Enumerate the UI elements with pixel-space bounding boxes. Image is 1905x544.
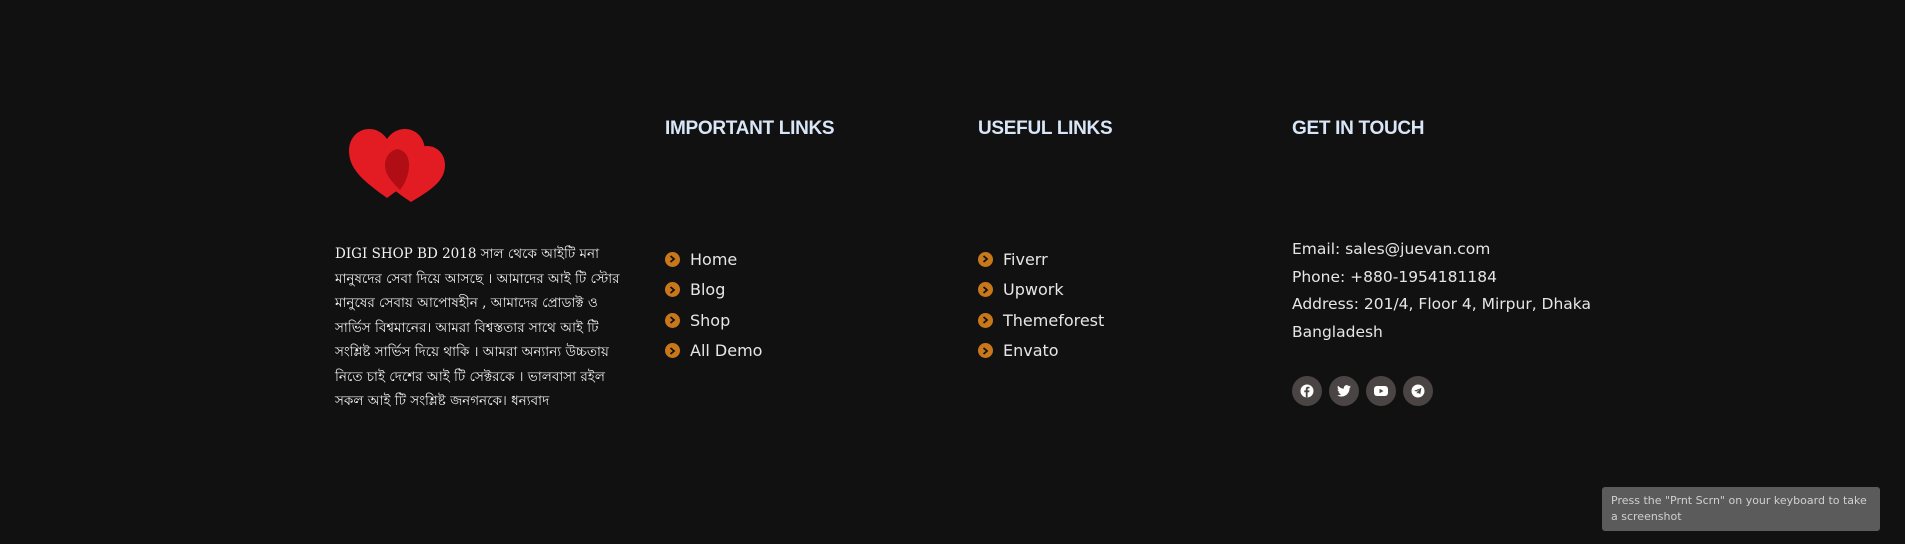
twitter-icon (1337, 385, 1351, 397)
chevron-right-icon (665, 251, 680, 267)
link-label: Blog (690, 280, 726, 300)
chevron-right-icon (665, 343, 680, 359)
facebook-icon (1300, 384, 1314, 398)
telegram-button[interactable] (1403, 376, 1433, 406)
link-label: Envato (1003, 341, 1059, 361)
contact-email: Email: sales@juevan.com (1292, 240, 1491, 258)
link-shop[interactable]: Shop (665, 305, 762, 336)
contact-phone: Phone: +880-1954181184 (1292, 267, 1497, 286)
important-links-heading: IMPORTANT LINKS (665, 118, 835, 139)
link-label: All Demo (690, 341, 763, 361)
chevron-right-icon (665, 312, 680, 328)
link-blog[interactable]: Blog (665, 275, 762, 306)
useful-links-list: Fiverr Upwork Themeforest Envato (978, 244, 1104, 366)
link-label: Home (690, 249, 738, 269)
social-links (1292, 376, 1433, 406)
twitter-button[interactable] (1329, 376, 1359, 406)
chevron-right-icon (665, 282, 680, 298)
link-envato[interactable]: Envato (978, 336, 1104, 367)
contact-address: Address: 201/4, Floor 4, Mirpur, Dhaka B… (1292, 295, 1592, 341)
useful-links-heading: USEFUL LINKS (978, 118, 1113, 139)
hearts-logo-icon[interactable] (345, 120, 465, 202)
contact-heading: GET IN TOUCH (1292, 118, 1425, 139)
contact-info: Email: sales@juevan.com Phone: +880-1954… (1292, 236, 1592, 346)
chevron-right-icon (978, 343, 993, 359)
link-fiverr[interactable]: Fiverr (978, 244, 1104, 275)
chevron-right-icon (978, 251, 993, 267)
link-home[interactable]: Home (665, 244, 762, 275)
link-label: Fiverr (1003, 249, 1048, 269)
youtube-button[interactable] (1366, 376, 1396, 406)
link-upwork[interactable]: Upwork (978, 275, 1104, 306)
about-text: DIGI SHOP BD 2018 সাল থেকে আইটি মনা মানু… (335, 246, 620, 409)
chevron-right-icon (978, 312, 993, 328)
chevron-right-icon (978, 282, 993, 298)
screenshot-hint-toast: Press the "Prnt Scrn" on your keyboard t… (1602, 487, 1880, 531)
link-label: Upwork (1003, 280, 1064, 300)
link-label: Shop (690, 310, 731, 330)
link-label: Themeforest (1003, 310, 1105, 330)
facebook-button[interactable] (1292, 376, 1322, 406)
link-all-demo[interactable]: All Demo (665, 336, 762, 367)
telegram-icon (1411, 384, 1425, 398)
important-links-list: Home Blog Shop All Demo (665, 244, 762, 366)
youtube-icon (1374, 386, 1388, 396)
link-themeforest[interactable]: Themeforest (978, 305, 1104, 336)
site-footer: DIGI SHOP BD 2018 সাল থেকে আইটি মনা মানু… (0, 0, 1905, 544)
